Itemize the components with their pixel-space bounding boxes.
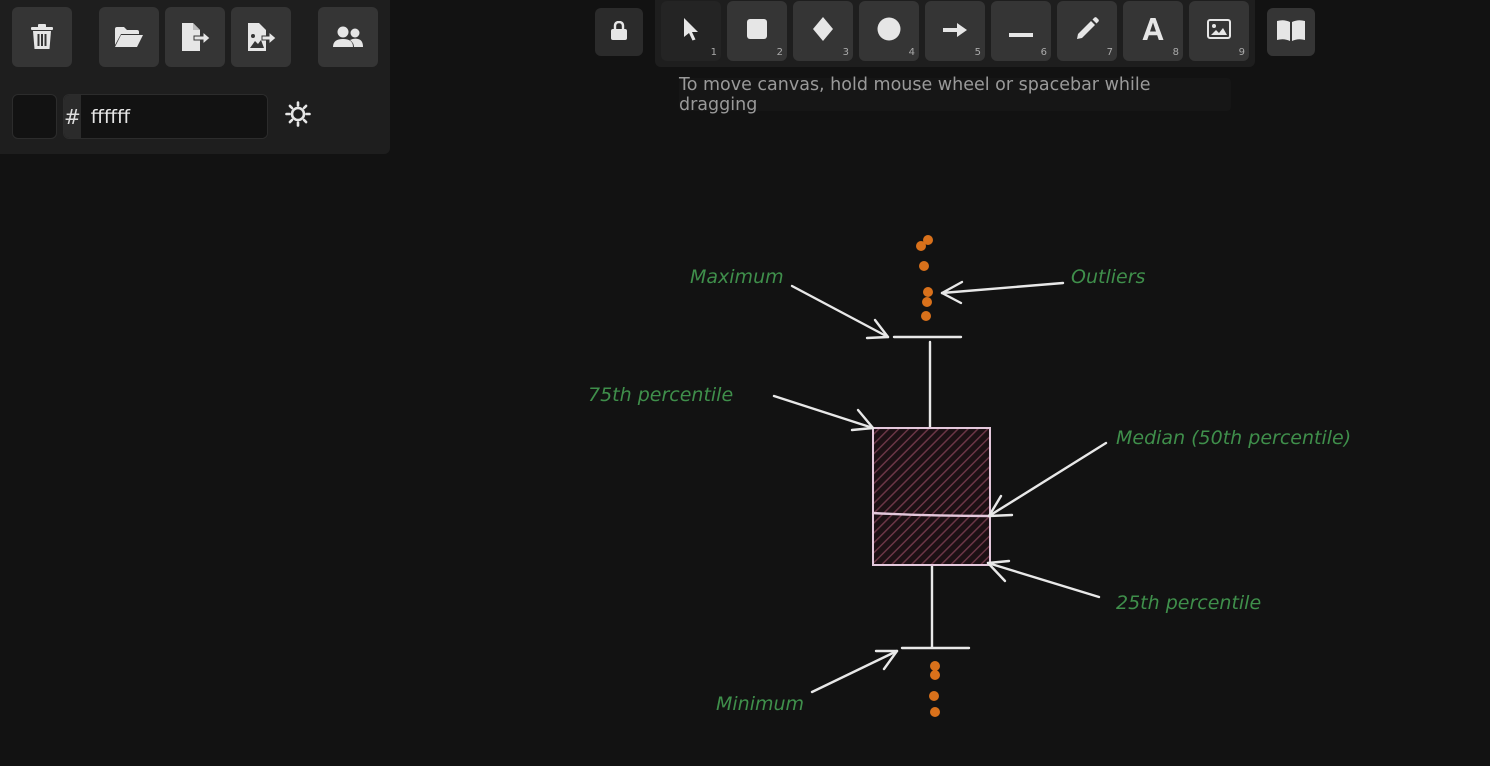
outlier-point[interactable]: [929, 691, 939, 701]
label-median[interactable]: Median (50th percentile): [1116, 427, 1351, 449]
outlier-point[interactable]: [919, 261, 929, 271]
outliers-top[interactable]: [916, 235, 933, 321]
outlier-point[interactable]: [930, 661, 940, 671]
arrow-median[interactable]: [987, 441, 1108, 518]
outlier-point[interactable]: [921, 311, 931, 321]
box[interactable]: [871, 427, 992, 566]
outlier-point[interactable]: [916, 241, 926, 251]
label-p75[interactable]: 75th percentile: [588, 384, 733, 406]
arrow-maximum[interactable]: [790, 284, 890, 339]
label-maximum[interactable]: Maximum: [690, 266, 784, 288]
outlier-point[interactable]: [930, 670, 940, 680]
label-minimum[interactable]: Minimum: [716, 693, 804, 715]
drawing-canvas[interactable]: Maximum Outliers 75th percentile Median …: [0, 0, 1490, 766]
box-body[interactable]: [872, 427, 991, 566]
label-outliers[interactable]: Outliers: [1071, 266, 1146, 288]
arrow-outliers[interactable]: [940, 281, 1065, 295]
outliers-bottom[interactable]: [929, 661, 940, 717]
outlier-point[interactable]: [922, 297, 932, 307]
outlier-point[interactable]: [930, 707, 940, 717]
label-p25[interactable]: 25th percentile: [1116, 592, 1261, 614]
outlier-point[interactable]: [923, 287, 933, 297]
arrow-minimum[interactable]: [810, 649, 899, 694]
